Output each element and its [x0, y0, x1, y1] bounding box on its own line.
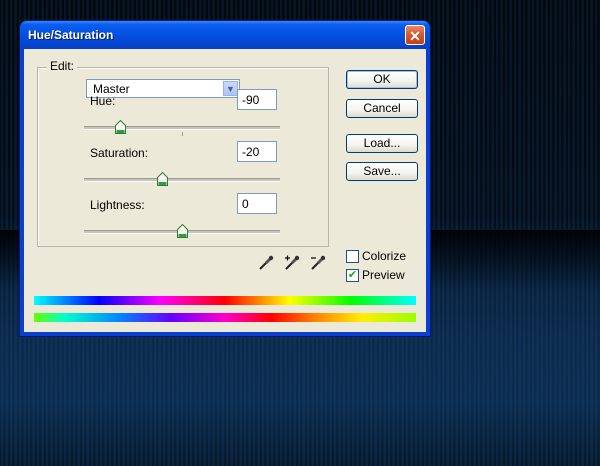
close-icon: ✕	[409, 28, 421, 44]
title-bar[interactable]: Hue/Saturation ✕	[20, 21, 430, 49]
edit-label: Edit:	[47, 59, 78, 73]
lightness-label: Lightness:	[90, 198, 145, 212]
preview-label: Preview	[362, 268, 405, 282]
saturation-slider-thumb[interactable]	[157, 172, 169, 186]
saturation-input[interactable]: -20	[237, 141, 277, 162]
hue-slider-center-tick	[182, 132, 183, 136]
preview-checkbox[interactable]: ✔	[346, 269, 359, 282]
hue-saturation-dialog: Hue/Saturation ✕ Edit: Master ▼ Hue: -90…	[20, 21, 430, 336]
chevron-down-icon[interactable]: ▼	[223, 81, 238, 96]
eyedropper-minus-icon[interactable]	[309, 254, 327, 272]
saturation-label: Saturation:	[90, 146, 149, 160]
output-color-spectrum	[34, 313, 416, 322]
window-title: Hue/Saturation	[28, 28, 114, 42]
load-button[interactable]: Load...	[346, 134, 418, 153]
hue-slider-thumb[interactable]	[115, 120, 127, 134]
adjustment-group: Edit: Master ▼ Hue: -90 Saturation: -20	[37, 59, 329, 247]
eyedropper-icon[interactable]	[257, 254, 275, 272]
colorize-label: Colorize	[362, 249, 407, 263]
close-button[interactable]: ✕	[405, 25, 425, 45]
lightness-input[interactable]: 0	[237, 193, 277, 214]
dialog-body: Edit: Master ▼ Hue: -90 Saturation: -20	[24, 49, 426, 332]
hue-label: Hue:	[90, 94, 116, 108]
save-button[interactable]: Save...	[346, 162, 418, 181]
check-icon: ✔	[347, 269, 358, 281]
eyedropper-plus-icon[interactable]	[283, 254, 301, 272]
cancel-button[interactable]: Cancel	[346, 99, 418, 118]
ok-button[interactable]: OK	[346, 70, 418, 89]
hue-slider-track[interactable]	[84, 126, 280, 136]
colorize-checkbox[interactable]	[346, 250, 359, 263]
hue-input[interactable]: -90	[237, 89, 277, 110]
input-color-spectrum	[34, 296, 416, 305]
lightness-slider-thumb[interactable]	[177, 224, 188, 238]
saturation-slider-track[interactable]	[84, 178, 280, 182]
